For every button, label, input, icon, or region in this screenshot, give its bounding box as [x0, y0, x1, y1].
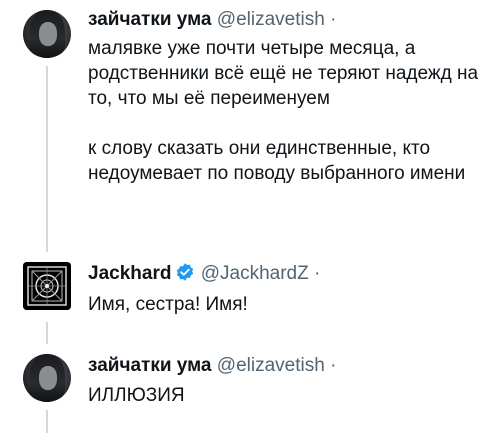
separator-dot: · — [314, 263, 321, 284]
verified-badge-icon — [175, 262, 195, 289]
avatar[interactable] — [23, 354, 71, 402]
display-name[interactable]: зайчатки ума — [88, 355, 212, 376]
tweet-text: ИЛЛЮЗИЯ — [88, 385, 185, 406]
username-handle[interactable]: @elizavetish — [217, 9, 325, 30]
avatar[interactable] — [23, 262, 71, 310]
separator-dot: · — [330, 355, 337, 376]
display-name[interactable]: зайчатки ума — [88, 9, 212, 30]
avatar[interactable] — [23, 10, 71, 58]
separator-dot: · — [330, 9, 337, 30]
username-handle[interactable]: @JackhardZ — [201, 263, 309, 284]
ornamental-emblem-avatar-icon — [23, 262, 71, 310]
display-name[interactable]: Jackhard — [88, 263, 171, 284]
thread-connector-line — [46, 66, 48, 252]
tweet-header: зайчатки ума @elizavetish · — [88, 354, 336, 378]
tweet-header: Jackhard @JackhardZ · — [88, 262, 320, 289]
username-handle[interactable]: @elizavetish — [217, 355, 325, 376]
tweet-header: зайчатки ума @elizavetish · — [88, 8, 336, 32]
thread-connector-line — [46, 322, 48, 344]
tweet-text: малявке уже почти четыре месяца, а родст… — [88, 38, 479, 184]
thread-connector-line — [46, 410, 48, 433]
tweet-text: Имя, сестра! Имя! — [88, 294, 248, 315]
